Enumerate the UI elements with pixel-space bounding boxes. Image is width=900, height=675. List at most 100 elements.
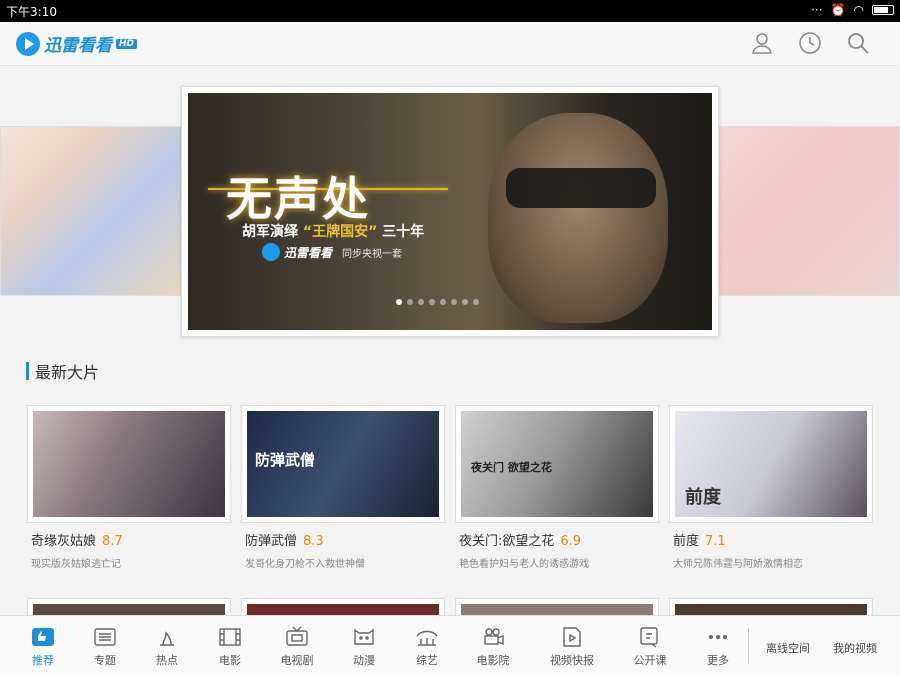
carousel-dot[interactable] (473, 299, 479, 305)
movie-thumbnail (33, 411, 225, 517)
nav-item-5[interactable]: 动漫 (336, 626, 392, 668)
nav-item-label: 电影 (219, 654, 241, 667)
my-videos-link[interactable]: 我的视频 (833, 640, 877, 656)
nav-item-label: 电影院 (476, 654, 510, 667)
nav-item-label: 电视剧 (280, 654, 314, 667)
section-accent-bar (26, 362, 29, 380)
movie-description: 发哥化身刀枪不入救世神僧 (245, 559, 365, 570)
subtitle-suffix: 三十年 (382, 224, 425, 240)
movie-card[interactable]: 夜关门 欲望之花 (455, 405, 659, 523)
status-bar: 下午3:10 ··· ⏰ ◠ (0, 0, 900, 22)
banner-image: 无声处 胡军演绎 “王牌国安” 三十年 迅雷看看 同步央视一套 (188, 93, 712, 330)
section-title: 最新大片 (35, 363, 100, 382)
nav-item-label: 综艺 (416, 654, 438, 667)
film-icon (218, 626, 242, 648)
banner-subtitle: 胡军演绎 “王牌国安” 三十年 (242, 221, 424, 241)
nav-item-7[interactable]: 电影院 (465, 626, 521, 668)
battery-icon (872, 5, 894, 15)
carousel-dot[interactable] (440, 299, 446, 305)
movie-title[interactable]: 夜关门:欲望之花 6.9 (459, 530, 581, 549)
camera-icon (481, 626, 505, 648)
subtitle-highlight: “王牌国安” (302, 224, 378, 240)
nav-item-3[interactable]: 电影 (202, 626, 258, 668)
subtitle-prefix: 胡军演绎 (242, 224, 298, 240)
carousel-dots (396, 299, 479, 305)
nav-item-label: 专题 (94, 654, 116, 667)
status-time: 下午3:10 (6, 5, 57, 19)
movie-name: 奇缘灰姑娘 (31, 534, 97, 549)
banner-main-slide[interactable]: 无声处 胡军演绎 “王牌国安” 三十年 迅雷看看 同步央视一套 (181, 86, 719, 337)
nav-item-9[interactable]: 公开课 (622, 626, 678, 668)
list-icon (93, 626, 117, 648)
movie-score: 7.1 (705, 534, 726, 549)
nav-item-label: 热点 (156, 654, 178, 667)
nav-item-4[interactable]: 电视剧 (269, 626, 325, 668)
header-actions (750, 31, 870, 55)
carousel-dot[interactable] (462, 299, 468, 305)
movie-thumbnail: 夜关门 欲望之花 (461, 411, 653, 517)
movie-name: 前度 (673, 534, 700, 549)
nav-item-2[interactable]: 热点 (139, 626, 195, 668)
thumbnail-text: 前度 (685, 487, 721, 508)
banner-brand: 迅雷看看 同步央视一套 (262, 243, 402, 261)
movie-description: 大师兄陈伟霆与阿娇激情相恋 (673, 559, 803, 570)
banner-next-slide[interactable] (718, 126, 900, 296)
banner-face (488, 113, 668, 323)
bottom-nav: 离线空间 我的视频 推荐 专题 热点 电影 电视剧 动漫 综艺 电影院 视频快报 公开课 更多 (0, 615, 900, 675)
movie-score: 8.3 (303, 534, 324, 549)
carousel-dot[interactable] (396, 299, 402, 305)
movie-card[interactable] (27, 405, 231, 523)
history-clock-icon[interactable] (798, 31, 822, 55)
logo-hd-badge: HD (116, 38, 138, 49)
anime-icon (352, 626, 376, 648)
movie-score: 8.7 (102, 534, 123, 549)
movie-title[interactable]: 防弹武僧 8.3 (245, 530, 324, 549)
nav-item-0[interactable]: 推荐 (15, 626, 71, 668)
carousel-dot[interactable] (418, 299, 424, 305)
movie-thumbnail: 防弹武僧 (247, 411, 439, 517)
movie-name: 防弹武僧 (245, 534, 298, 549)
open-course-icon (638, 626, 662, 648)
nav-divider (748, 628, 749, 664)
movie-title[interactable]: 前度 7.1 (673, 530, 726, 549)
carousel-dot[interactable] (429, 299, 435, 305)
carousel-dot[interactable] (407, 299, 413, 305)
nav-item-label: 推荐 (32, 654, 54, 667)
nav-item-10[interactable]: 更多 (690, 626, 746, 668)
video-news-icon (560, 626, 584, 648)
movie-thumbnail: 前度 (675, 411, 867, 517)
search-icon[interactable] (846, 31, 870, 55)
thumbnail-text: 防弹武僧 (255, 451, 316, 469)
nav-item-label: 公开课 (633, 654, 667, 667)
movie-card[interactable]: 前度 (669, 405, 873, 523)
thumbnail-text: 夜关门 欲望之花 (471, 461, 552, 474)
brand-text: 迅雷看看 (284, 245, 333, 260)
thumbs-up-icon (31, 626, 55, 648)
movie-card[interactable]: 防弹武僧 (241, 405, 445, 523)
app-logo: 迅雷看看 HD (16, 31, 138, 56)
offline-space-link[interactable]: 离线空间 (766, 640, 810, 656)
nav-item-label: 视频快报 (550, 654, 594, 667)
status-icons: ··· ⏰ ◠ (811, 3, 894, 17)
movie-title[interactable]: 奇缘灰姑娘 8.7 (31, 530, 123, 549)
nav-item-label: 动漫 (353, 654, 375, 667)
fire-icon (155, 626, 179, 648)
wifi-icon: ◠ (853, 3, 864, 17)
nav-item-label: 更多 (707, 654, 729, 667)
app-header: 迅雷看看 HD (0, 22, 900, 66)
section-header: 最新大片 (26, 361, 100, 382)
movie-description: 艳色看护妇与老人的诱惑游戏 (459, 559, 589, 570)
movie-description: 现实版灰姑娘逃亡记 (31, 559, 121, 570)
nav-item-1[interactable]: 专题 (77, 626, 133, 668)
user-icon[interactable] (750, 31, 774, 55)
logo-text: 迅雷看看 (44, 36, 112, 56)
brand-logo-icon (262, 243, 280, 261)
movie-score: 6.9 (560, 534, 582, 549)
variety-icon (415, 626, 439, 648)
nav-item-6[interactable]: 综艺 (399, 626, 455, 668)
nav-item-8[interactable]: 视频快报 (544, 626, 600, 668)
banner-prev-slide[interactable] (0, 126, 182, 296)
banner-glasses (506, 168, 656, 208)
carousel-dot[interactable] (451, 299, 457, 305)
banner-title: 无声处 (226, 172, 370, 226)
